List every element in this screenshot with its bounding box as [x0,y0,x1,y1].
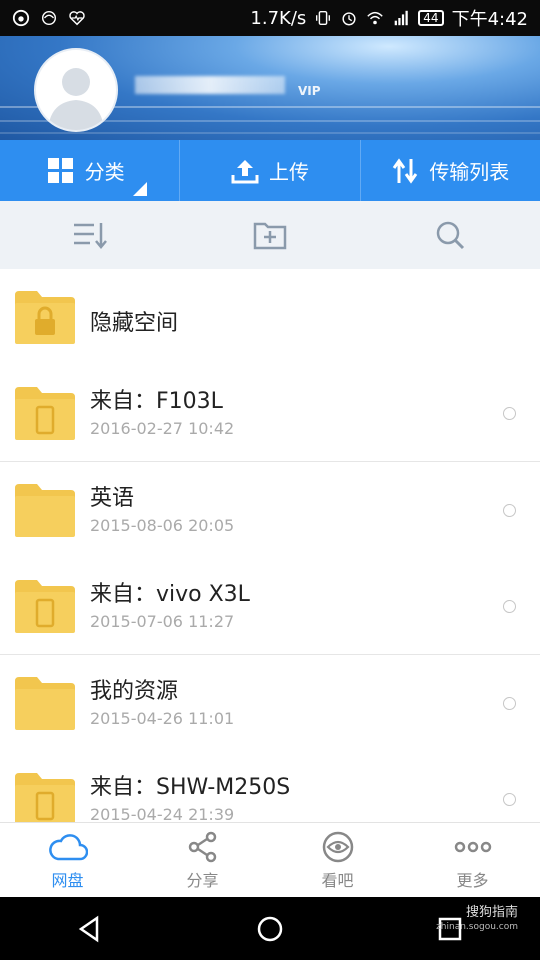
back-icon[interactable] [75,914,105,944]
tab-watch[interactable]: 看吧 [270,823,405,898]
username-redacted [135,76,285,94]
file-name: 来自：F103L [90,389,223,414]
category-label: 分类 [84,160,125,184]
profile-header: VIP [0,36,540,140]
device-folder-icon [15,387,75,440]
file-list: 隐藏空间 来自：F103L 2016-02-27 10:42 英语 2015-0… [0,269,540,822]
select-radio[interactable] [503,793,516,806]
bottom-nav: 网盘 分享 看吧 更多 [0,822,540,898]
list-item[interactable]: 来自：SHW-M250S 2015-04-24 21:39 [0,751,540,822]
select-radio[interactable] [503,504,516,517]
tab-share[interactable]: 分享 [135,823,270,898]
file-name: 来自：SHW-M250S [90,775,291,800]
file-date: 2015-08-06 20:05 [90,516,235,535]
tab-label: 分享 [186,870,219,890]
tab-label: 看吧 [321,870,354,890]
list-item[interactable]: 英语 2015-08-06 20:05 [0,462,540,558]
device-folder-icon [15,580,75,633]
watermark-url: zhinan.sogou.com [436,922,518,932]
upload-icon [231,159,259,183]
device-folder-icon [15,773,75,822]
search-button[interactable] [360,201,540,269]
select-radio[interactable] [503,600,516,613]
action-bar: 分类 上传 传输列表 [0,140,540,201]
new-folder-icon [253,222,287,250]
sort-icon [74,223,107,249]
search-icon [436,221,465,250]
clock: 下午4:42 [451,9,528,30]
status-bar: 1.7K/s 44 下午4:42 [0,0,540,36]
file-name: 来自：vivo X3L [90,582,250,607]
file-toolbar [0,201,540,269]
file-date: 2015-04-26 11:01 [90,709,235,728]
share-icon [188,831,216,862]
signal-icon [394,10,409,26]
watermark-title: 搜狗指南 [465,905,518,920]
select-radio[interactable] [503,697,516,710]
new-folder-button[interactable] [180,201,360,269]
upload-label: 上传 [268,160,309,184]
wifi-icon [367,11,384,25]
file-date: 2016-02-27 10:42 [90,419,235,438]
transfer-arrows-icon [393,157,418,184]
cloud-icon [48,833,88,860]
vibrate-icon [316,10,331,26]
select-radio[interactable] [503,407,516,420]
list-item[interactable]: 我的资源 2015-04-26 11:01 [0,655,540,751]
weather-icon [41,10,57,26]
home-icon[interactable] [255,914,285,944]
file-name: 英语 [90,486,135,511]
file-name: 隐藏空间 [90,311,179,336]
grid-icon [47,157,73,183]
tab-label: 网盘 [51,870,84,890]
watermark: 搜狗指南 zhinan.sogou.com [436,906,518,934]
transfer-list-button[interactable]: 传输列表 [359,140,540,201]
network-speed: 1.7K/s [250,7,307,29]
health-icon [69,11,85,26]
file-name: 我的资源 [90,679,179,704]
category-button[interactable]: 分类 [0,140,179,201]
eye-icon [322,831,353,862]
folder-icon [15,677,75,730]
file-date: 2015-04-24 21:39 [90,805,235,822]
avatar[interactable] [34,48,118,132]
locked-folder-icon [15,291,75,344]
file-date: 2015-07-06 11:27 [90,612,235,631]
user-silhouette-icon [48,68,104,130]
list-item[interactable]: 来自：vivo X3L 2015-07-06 11:27 [0,558,540,655]
more-icon [454,841,491,852]
tab-label: 更多 [456,870,489,890]
sort-button[interactable] [0,201,180,269]
folder-icon [15,484,75,537]
list-item[interactable]: 来自：F103L 2016-02-27 10:42 [0,365,540,462]
list-item-hidden-space[interactable]: 隐藏空间 [0,269,540,365]
upload-button[interactable]: 上传 [179,140,359,201]
vip-badge: VIP [298,84,321,98]
battery-indicator: 44 [418,10,444,26]
tab-netdisk[interactable]: 网盘 [0,823,135,898]
app-notification-icon [12,9,30,27]
alarm-icon [342,12,356,26]
transfer-list-label: 传输列表 [429,160,510,184]
tab-more[interactable]: 更多 [405,823,540,898]
